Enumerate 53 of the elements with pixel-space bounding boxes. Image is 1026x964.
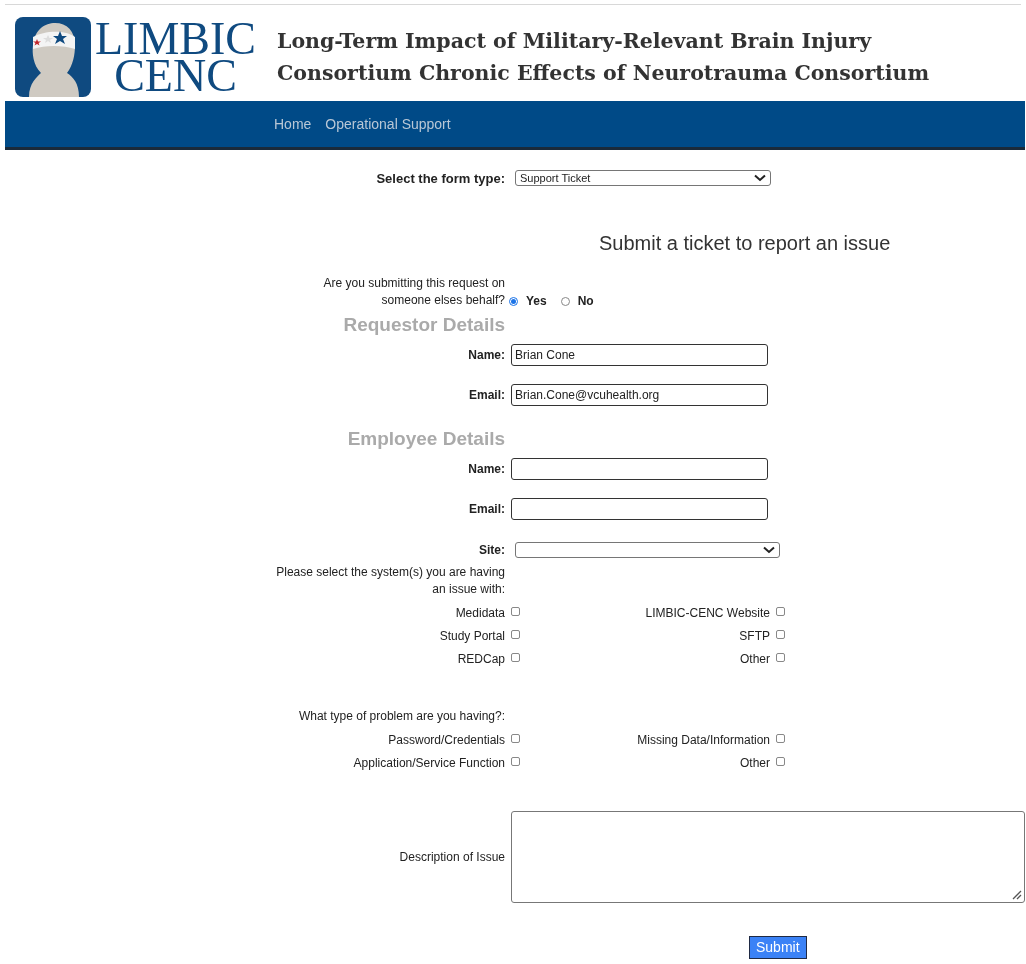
problems-prompt: What type of problem are you having?: [297, 708, 505, 725]
logo-icon [15, 17, 91, 97]
resize-grip-icon [1012, 890, 1022, 900]
checkbox[interactable] [776, 734, 785, 743]
option-label: Missing Data/Information [636, 734, 770, 746]
chevron-down-icon [763, 546, 775, 554]
chevron-down-icon [754, 174, 766, 182]
form-heading: Submit a ticket to report an issue [599, 232, 892, 255]
field-label: Email: [468, 502, 505, 516]
option-label: Application/Service Function [352, 757, 505, 769]
field-label: Email: [468, 388, 505, 402]
checkbox[interactable] [511, 734, 520, 743]
site-title: Long-Term Impact of Military-Relevant Brain Injury [277, 28, 873, 55]
option-label: REDCap [456, 653, 505, 665]
field-label: Name: [467, 348, 505, 362]
checkbox[interactable] [511, 653, 520, 662]
nav-link[interactable]: Operational Support [325, 116, 451, 132]
description-field[interactable] [511, 811, 1025, 903]
option-label: SFTP [738, 630, 770, 642]
option-label: Medidata [454, 607, 505, 619]
field-label: Name: [467, 462, 505, 476]
radio-option[interactable]: Yes [509, 294, 547, 309]
form-type-label: Select the form type: [375, 170, 505, 186]
option-label: Study Portal [438, 630, 505, 642]
checkbox[interactable] [776, 653, 785, 662]
logo-text: CENC [114, 57, 237, 94]
submit-button[interactable]: Submit [749, 936, 807, 959]
description-label: Description of Issue [398, 850, 505, 864]
systems-prompt: Please select the system(s) you are having an issue with: [275, 564, 505, 598]
option-label: Other [739, 653, 770, 665]
radio-option[interactable]: No [560, 294, 594, 309]
question-label: Are you submitting this request on someone elses behalf? [322, 275, 505, 309]
site-select[interactable] [515, 542, 780, 558]
text-field[interactable]: Brian Cone [511, 344, 768, 366]
option-label: Other [739, 757, 770, 769]
checkbox[interactable] [776, 757, 785, 766]
site-title: Consortium Chronic Effects of Neurotrauma Consortium [277, 60, 930, 87]
text-field[interactable]: Brian.Cone@vcuhealth.org [511, 384, 768, 406]
option-label: Password/Credentials [387, 734, 505, 746]
checkbox[interactable] [511, 630, 520, 639]
text-field[interactable] [511, 458, 768, 480]
checkbox[interactable] [776, 607, 785, 616]
nav-link[interactable]: Home [274, 116, 312, 132]
option-label: LIMBIC-CENC Website [644, 607, 770, 619]
section-heading: Employee Details [346, 428, 505, 450]
section-heading: Requestor Details [342, 314, 505, 336]
checkbox[interactable] [511, 757, 520, 766]
logo-text: LIMBIC [95, 20, 256, 57]
checkbox[interactable] [511, 607, 520, 616]
site-label: Site: [478, 543, 505, 557]
checkbox[interactable] [776, 630, 785, 639]
text-field[interactable] [511, 498, 768, 520]
form-type-select[interactable]: Support Ticket [515, 170, 771, 186]
